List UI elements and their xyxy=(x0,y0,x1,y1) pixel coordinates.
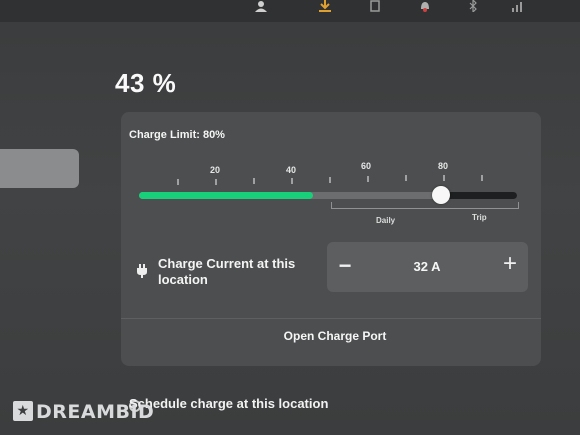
above-limit-track xyxy=(441,192,517,199)
scale-tick xyxy=(291,178,293,184)
charge-level-fill xyxy=(139,192,313,199)
decrease-current-button[interactable]: − xyxy=(335,254,355,278)
side-panel[interactable] xyxy=(0,149,79,188)
profile-icon[interactable] xyxy=(254,0,268,12)
watermark-text: DREAMBID xyxy=(36,401,155,423)
scale-tick xyxy=(253,178,255,184)
daily-range-label: Daily xyxy=(376,216,396,225)
scale-label-40: 40 xyxy=(286,165,297,175)
increase-current-button[interactable]: + xyxy=(499,252,521,276)
trip-range-label: Trip xyxy=(472,213,487,222)
plug-icon xyxy=(137,264,147,278)
schedule-charge-option[interactable]: Schedule charge at this location xyxy=(129,396,328,411)
signal-icon xyxy=(512,2,522,12)
battery-percent: 43 % xyxy=(115,68,177,98)
mode-icon[interactable] xyxy=(368,0,382,12)
scale-tick xyxy=(405,175,407,181)
daily-trip-bracket xyxy=(331,202,519,209)
watermark-logo: ★ DREAMBID xyxy=(13,401,154,423)
charge-current-stepper: − 32 A + xyxy=(327,242,528,292)
scale-tick xyxy=(215,179,217,185)
charge-limit-label: Charge Limit: 80% xyxy=(129,129,225,141)
charging-card: Charge Limit: 80% 20 40 60 80 Daily Trip… xyxy=(121,112,541,366)
open-charge-port-button[interactable]: Open Charge Port xyxy=(121,329,549,343)
charge-current-label: Charge Current at this location xyxy=(158,256,296,287)
card-divider xyxy=(121,318,541,319)
scale-tick xyxy=(443,175,445,181)
scale-tick xyxy=(367,176,369,182)
scale-tick xyxy=(177,179,179,185)
download-icon[interactable] xyxy=(318,0,332,12)
scale-label-60: 60 xyxy=(361,161,372,171)
charge-current-value: 32 A xyxy=(413,259,441,274)
alarm-icon[interactable] xyxy=(418,0,432,12)
scale-label-20: 20 xyxy=(210,165,221,175)
bluetooth-icon[interactable] xyxy=(466,0,480,12)
charge-limit-slider[interactable] xyxy=(139,186,517,204)
scale-tick xyxy=(329,177,331,183)
top-status-bar xyxy=(0,0,580,22)
scale-label-80: 80 xyxy=(438,161,449,171)
scale-tick xyxy=(481,175,483,181)
star-icon: ★ xyxy=(13,401,33,421)
